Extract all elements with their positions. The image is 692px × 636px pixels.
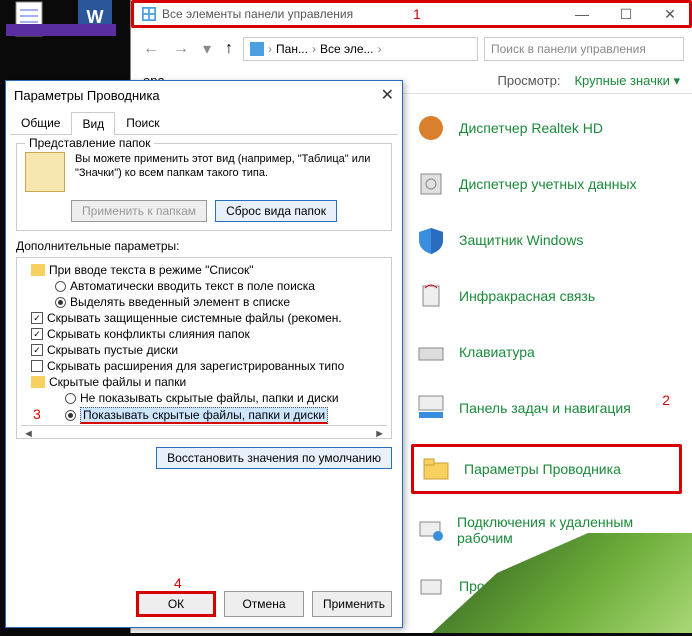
breadcrumb[interactable]: › Пан... › Все эле... › bbox=[243, 37, 478, 61]
recent-dropdown[interactable]: ▾ bbox=[199, 39, 215, 59]
shield-icon bbox=[415, 224, 447, 256]
folder-options-icon bbox=[420, 453, 452, 485]
up-button[interactable]: ↑ bbox=[221, 40, 237, 58]
tab-view-body: Представление папок Вы можете применить … bbox=[6, 135, 402, 477]
view-mode-dropdown[interactable]: Крупные значки ▾ bbox=[574, 73, 680, 89]
folder-options-dialog: Параметры Проводника ✕ Общие Вид Поиск П… bbox=[5, 80, 403, 628]
cp-item-keyboard[interactable]: Клавиатура bbox=[411, 332, 682, 372]
annotation-3: 3 bbox=[33, 406, 41, 422]
reset-folders-button[interactable]: Сброс вида папок bbox=[215, 200, 337, 222]
radio-show-hidden[interactable] bbox=[65, 410, 76, 421]
radio-hide-hidden[interactable] bbox=[65, 393, 76, 404]
forward-button[interactable]: → bbox=[169, 40, 193, 58]
annotation-4: 4 bbox=[174, 575, 182, 591]
show-hidden-label: Показывать скрытые файлы, папки и диски bbox=[80, 407, 328, 424]
tab-general[interactable]: Общие bbox=[10, 111, 71, 134]
programs-icon bbox=[415, 570, 447, 602]
keyboard-icon bbox=[415, 336, 447, 368]
annotation-2: 2 bbox=[662, 392, 670, 408]
cp-item-explorer-options[interactable]: Параметры Проводника bbox=[411, 444, 682, 494]
folder-icon bbox=[31, 376, 45, 388]
realtek-icon bbox=[415, 112, 447, 144]
minimize-button[interactable]: — bbox=[560, 0, 604, 28]
ok-button[interactable]: ОК bbox=[136, 591, 216, 617]
chk-hide-merge[interactable]: ✓ bbox=[31, 328, 43, 340]
folder-preview-icon bbox=[25, 152, 65, 192]
radio-highlight[interactable] bbox=[55, 297, 66, 308]
chk-hide-ext[interactable] bbox=[31, 360, 43, 372]
dialog-titlebar: Параметры Проводника ✕ bbox=[6, 81, 402, 109]
tab-search[interactable]: Поиск bbox=[115, 111, 170, 134]
chk-hide-empty[interactable]: ✓ bbox=[31, 344, 43, 356]
window-controls: — ☐ ✕ bbox=[560, 0, 692, 28]
taskbar-icon bbox=[415, 392, 447, 424]
cp-item-infrared[interactable]: Инфракрасная связь bbox=[411, 276, 682, 316]
annotation-1: 1 bbox=[413, 6, 421, 22]
navigation-toolbar: ← → ▾ ↑ › Пан... › Все эле... › Поиск в … bbox=[131, 34, 692, 64]
cp-crumb-icon bbox=[250, 42, 264, 56]
desktop-file-icon[interactable] bbox=[6, 0, 56, 43]
cancel-button[interactable]: Отмена bbox=[224, 591, 304, 617]
cp-item-taskbar[interactable]: Панель задач и навигация 2 bbox=[411, 388, 682, 428]
crumb-2[interactable]: Все эле... bbox=[320, 42, 374, 56]
dialog-tabs: Общие Вид Поиск bbox=[10, 111, 398, 135]
folder-view-group: Представление папок Вы можете применить … bbox=[16, 143, 392, 231]
apply-to-folders-button[interactable]: Применить к папкам bbox=[71, 200, 207, 222]
additional-params-label: Дополнительные параметры: bbox=[16, 239, 392, 253]
dialog-title: Параметры Проводника bbox=[14, 88, 160, 103]
folder-icon bbox=[31, 264, 45, 276]
view-label: Просмотр: bbox=[498, 73, 561, 88]
back-button[interactable]: ← bbox=[139, 40, 163, 58]
cp-item-credentials[interactable]: Диспетчер учетных данных bbox=[411, 164, 682, 204]
maximize-button[interactable]: ☐ bbox=[604, 0, 648, 28]
control-panel-icon bbox=[142, 7, 156, 21]
chk-hide-system[interactable]: ✓ bbox=[31, 312, 43, 324]
search-placeholder: Поиск в панели управления bbox=[491, 42, 646, 56]
close-button[interactable]: ✕ bbox=[648, 0, 692, 28]
search-input[interactable]: Поиск в панели управления bbox=[484, 37, 684, 61]
desktop-selection bbox=[6, 24, 116, 36]
remote-icon bbox=[415, 514, 445, 546]
folder-view-title: Представление папок bbox=[25, 136, 154, 150]
tab-view[interactable]: Вид bbox=[71, 112, 115, 135]
folder-view-desc: Вы можете применить этот вид (например, … bbox=[75, 152, 383, 192]
infrared-icon bbox=[415, 280, 447, 312]
radio-auto-search[interactable] bbox=[55, 281, 66, 292]
tree-hscroll[interactable]: ◄► bbox=[21, 425, 387, 439]
dialog-close-button[interactable]: ✕ bbox=[381, 85, 394, 105]
crumb-1[interactable]: Пан... bbox=[276, 42, 308, 56]
cp-item-defender[interactable]: Защитник Windows bbox=[411, 220, 682, 260]
options-tree[interactable]: При вводе текста в режиме "Список" Автом… bbox=[16, 257, 392, 439]
cp-item-realtek[interactable]: Диспетчер Realtek HD bbox=[411, 108, 682, 148]
apply-button[interactable]: Применить bbox=[312, 591, 392, 617]
restore-defaults-button[interactable]: Восстановить значения по умолчанию bbox=[156, 447, 392, 469]
dialog-footer: ОК Отмена Применить bbox=[136, 591, 392, 617]
safe-icon bbox=[415, 168, 447, 200]
